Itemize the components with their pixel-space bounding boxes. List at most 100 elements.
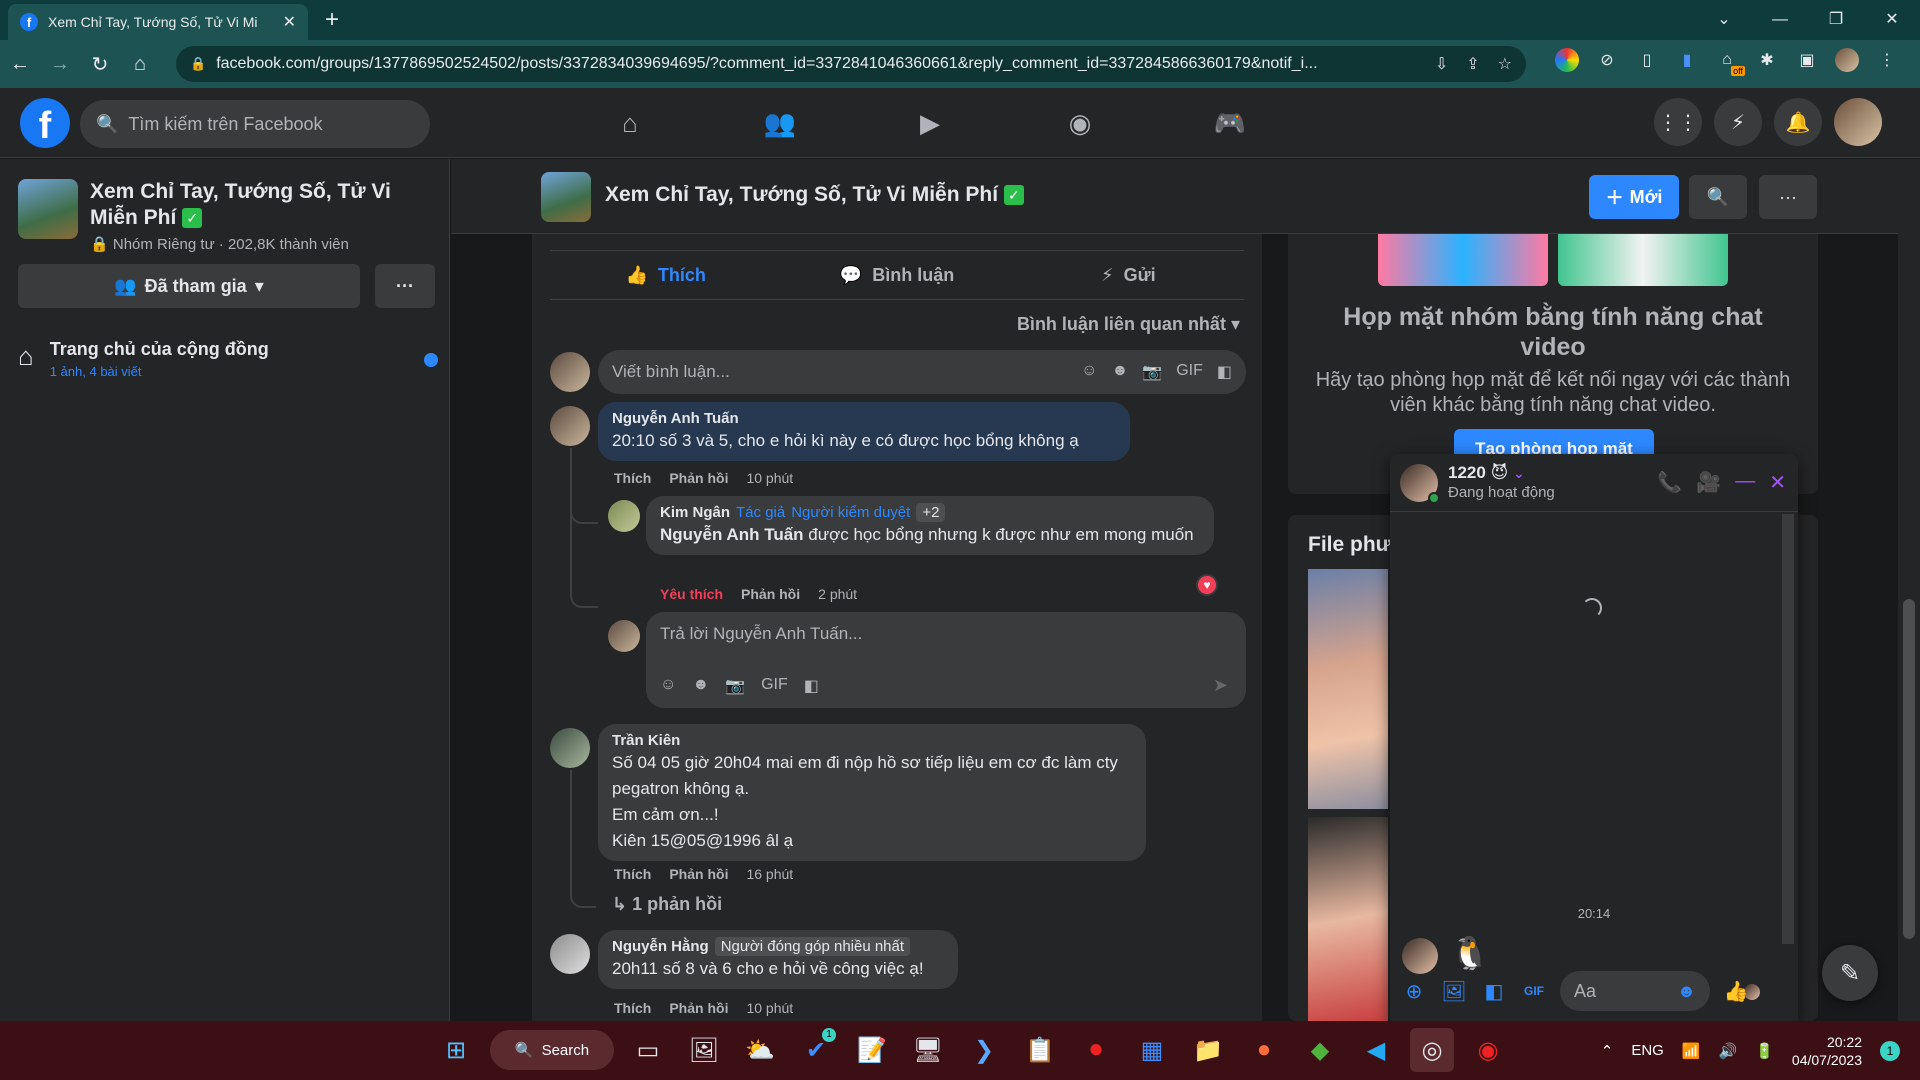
comment-like[interactable]: Thích bbox=[614, 470, 651, 486]
emoji-icon[interactable]: ☻ bbox=[1677, 981, 1696, 1002]
camera-icon[interactable]: 📷 bbox=[725, 676, 745, 696]
bookmark-star-icon[interactable]: ☆ bbox=[1498, 54, 1512, 74]
notifications-bell-icon[interactable]: 🔔 bbox=[1774, 98, 1822, 146]
photo-thumbnail[interactable] bbox=[1308, 569, 1388, 809]
gif-icon[interactable]: GIF bbox=[761, 676, 788, 696]
notification-count[interactable]: 1 bbox=[1880, 1040, 1900, 1061]
video-call-icon[interactable]: 🎥 bbox=[1696, 470, 1721, 495]
comment-sort-dropdown[interactable]: Bình luận liên quan nhất ▾ bbox=[1017, 314, 1240, 335]
taskbar-clock[interactable]: 20:22 04/07/2023 bbox=[1792, 1033, 1862, 1069]
back-button[interactable]: ← bbox=[0, 53, 40, 76]
sticker-icon[interactable]: ◧ bbox=[804, 676, 819, 696]
group-thumbnail[interactable] bbox=[18, 179, 78, 239]
gif-icon[interactable]: GIF bbox=[1520, 977, 1548, 1005]
page-scrollbar-thumb[interactable] bbox=[1903, 599, 1915, 939]
extension-phone-icon[interactable]: ▯ bbox=[1635, 48, 1659, 72]
minimize-chat-icon[interactable]: — bbox=[1735, 470, 1755, 495]
browser-tab[interactable]: f Xem Chỉ Tay, Tướng Số, Tử Vi Mi ✕ bbox=[8, 4, 308, 40]
home-icon[interactable]: ⌂ bbox=[590, 98, 670, 148]
chrome-icon[interactable]: ◎ bbox=[1410, 1028, 1454, 1072]
powershell-icon[interactable]: ❯ bbox=[962, 1028, 1006, 1072]
messenger-icon[interactable]: ⚡ bbox=[1714, 98, 1762, 146]
reply-reply[interactable]: Phản hồi bbox=[741, 586, 800, 602]
write-comment-input[interactable]: Viết bình luận... ☺ ☻ 📷 GIF ◧ bbox=[598, 350, 1246, 394]
clipboard-icon[interactable]: 📋 bbox=[1018, 1028, 1062, 1072]
browser-menu-icon[interactable]: ⋮ bbox=[1875, 48, 1899, 72]
chat-contact-name[interactable]: 1220 bbox=[1448, 463, 1486, 482]
send-arrow-icon[interactable]: ➤ bbox=[1213, 675, 1228, 696]
comment-time[interactable]: 10 phút bbox=[746, 470, 793, 486]
new-post-button[interactable]: ＋ Mới bbox=[1589, 175, 1679, 219]
chevron-down-icon[interactable]: ⌄ bbox=[1513, 465, 1525, 481]
like-button[interactable]: 👍 Thích bbox=[550, 251, 781, 299]
garena-icon[interactable]: ◉ bbox=[1466, 1028, 1510, 1072]
group-thumbnail[interactable] bbox=[541, 172, 591, 222]
menu-grid-icon[interactable]: ⋮⋮ bbox=[1654, 98, 1702, 146]
groups-icon[interactable]: ◉ bbox=[1040, 98, 1120, 148]
share-icon[interactable]: ⇪ bbox=[1466, 54, 1479, 74]
sticker-icon[interactable]: ◧ bbox=[1480, 977, 1508, 1005]
comment-button[interactable]: 💬 Bình luận bbox=[781, 251, 1012, 299]
close-window-button[interactable]: ✕ bbox=[1864, 0, 1920, 40]
reply-time[interactable]: 2 phút bbox=[818, 586, 857, 602]
comment-like[interactable]: Thích bbox=[614, 866, 651, 882]
commenter-avatar[interactable] bbox=[550, 934, 590, 974]
minimize-button[interactable]: — bbox=[1752, 0, 1808, 40]
taskbar-search[interactable]: 🔍 Search bbox=[490, 1030, 614, 1070]
chat-scrollbar[interactable] bbox=[1782, 514, 1794, 944]
extension-compass-icon[interactable]: ⊘ bbox=[1595, 48, 1619, 72]
facebook-search-input[interactable]: 🔍 Tìm kiếm trên Facebook bbox=[80, 100, 430, 148]
lock-icon[interactable]: 🔒 bbox=[190, 56, 206, 72]
install-icon[interactable]: ⇩ bbox=[1435, 54, 1448, 74]
windows-start-icon[interactable]: ⊞ bbox=[434, 1028, 478, 1072]
todo-icon[interactable]: ✔ 1 bbox=[794, 1028, 838, 1072]
watch-icon[interactable]: ▶ bbox=[890, 98, 970, 148]
avatar-sticker-icon[interactable]: ☺ bbox=[660, 676, 676, 696]
remote-desktop-icon[interactable]: 🖥 bbox=[906, 1028, 950, 1072]
extensions-puzzle-icon[interactable]: ✱ bbox=[1755, 48, 1779, 72]
sticky-group-title[interactable]: Xem Chỉ Tay, Tướng Số, Tử Vi Miễn Phí bbox=[605, 183, 998, 206]
side-panel-icon[interactable]: ▣ bbox=[1795, 48, 1819, 72]
notepad-icon[interactable]: 📝 bbox=[850, 1028, 894, 1072]
love-reaction-icon[interactable]: ♥ bbox=[1196, 574, 1218, 596]
gaming-icon[interactable]: 🎮 bbox=[1190, 98, 1270, 148]
tab-search-icon[interactable]: ⌄ bbox=[1696, 0, 1752, 40]
trello-icon[interactable]: ▦ bbox=[1130, 1028, 1174, 1072]
reply-love[interactable]: Yêu thích bbox=[660, 586, 723, 602]
friends-icon[interactable]: 👥 bbox=[740, 98, 820, 148]
close-tab-icon[interactable]: ✕ bbox=[283, 12, 296, 32]
language-indicator[interactable]: ENG bbox=[1631, 1042, 1664, 1059]
mongodb-icon[interactable]: ◆ bbox=[1298, 1028, 1342, 1072]
extension-off-icon[interactable]: ⌂ off bbox=[1715, 48, 1745, 76]
commenter-name[interactable]: Trần Kiên bbox=[612, 732, 1132, 749]
group-name-link[interactable]: Xem Chỉ Tay, Tướng Số, Tử Vi Miễn Phí ✓ bbox=[90, 179, 438, 231]
avatar-sticker-icon[interactable]: ☺ bbox=[1081, 362, 1097, 382]
send-button[interactable]: ⚡ Gửi bbox=[1013, 251, 1244, 299]
comment-like[interactable]: Thích bbox=[614, 1000, 651, 1016]
battery-icon[interactable]: 🔋 bbox=[1755, 1042, 1774, 1060]
vscode-icon[interactable]: ◀ bbox=[1354, 1028, 1398, 1072]
file-explorer-icon[interactable]: 📁 bbox=[1186, 1028, 1230, 1072]
close-chat-icon[interactable]: ✕ bbox=[1769, 470, 1786, 495]
home-button[interactable]: ⌂ bbox=[120, 53, 160, 76]
image-icon[interactable]: 🖼 bbox=[1440, 977, 1468, 1005]
more-badges[interactable]: +2 bbox=[916, 503, 946, 522]
reload-button[interactable]: ↻ bbox=[80, 52, 120, 77]
comment-reply[interactable]: Phản hồi bbox=[669, 1000, 728, 1016]
group-more-button[interactable]: ··· bbox=[375, 264, 435, 308]
view-replies-link[interactable]: ↳ 1 phản hồi bbox=[612, 894, 722, 915]
task-view-icon[interactable]: ▭ bbox=[626, 1028, 670, 1072]
mention-link[interactable]: Nguyễn Anh Tuấn bbox=[660, 525, 804, 544]
group-options-button[interactable]: ··· bbox=[1759, 175, 1817, 219]
chat-message-input[interactable]: Aa ☻ bbox=[1560, 971, 1710, 1011]
profile-icon[interactable] bbox=[1835, 48, 1859, 72]
forward-button[interactable]: → bbox=[40, 53, 80, 76]
tray-overflow-icon[interactable]: ⌃ bbox=[1601, 1042, 1614, 1060]
commenter-avatar[interactable] bbox=[550, 728, 590, 768]
photo-thumbnail[interactable] bbox=[1308, 817, 1388, 1021]
maximize-button[interactable]: ❐ bbox=[1808, 0, 1864, 40]
account-avatar[interactable] bbox=[1834, 98, 1882, 146]
my-avatar[interactable] bbox=[550, 352, 590, 392]
emoji-icon[interactable]: ☻ bbox=[1111, 362, 1128, 382]
comment-reply[interactable]: Phản hồi bbox=[669, 470, 728, 486]
